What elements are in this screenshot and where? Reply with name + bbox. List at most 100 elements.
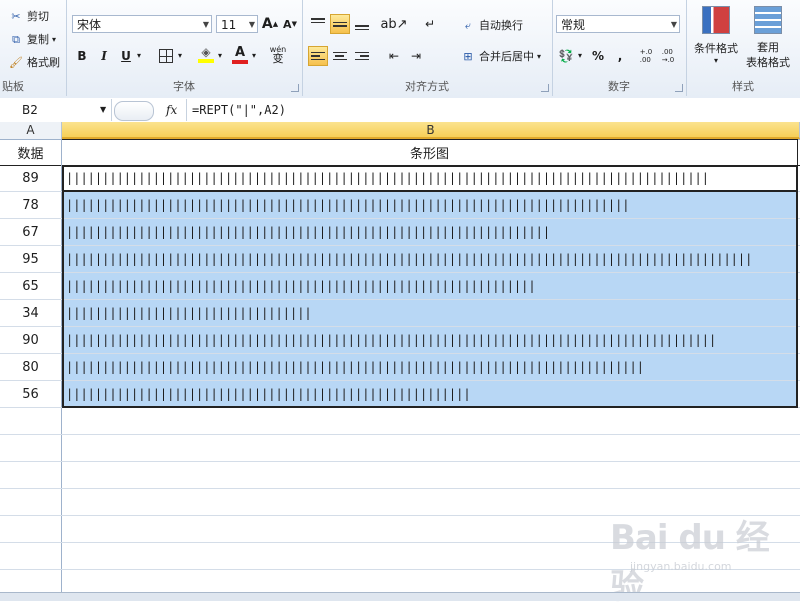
- middle-align-button[interactable]: [330, 14, 350, 34]
- bar-cell[interactable]: ||||||||||||||||||||||||||||||||||: [62, 300, 798, 326]
- alignment-group: ab↗ ↵ ⤶ 自动换行 ⇤ ⇥ ⊞ 合并后居中 ▾ 对齐方式: [302, 0, 553, 96]
- font-color-swatch: [232, 59, 248, 64]
- table-row: 78 ||||||||||||||||||||||||||||||||||||||…: [0, 192, 800, 219]
- name-box-dropdown-icon[interactable]: ▼: [100, 99, 106, 121]
- value-cell[interactable]: 67: [0, 219, 62, 245]
- column-header-b[interactable]: B: [62, 122, 800, 139]
- bottom-align-button[interactable]: [352, 14, 372, 34]
- styles-group-label: 样式: [732, 80, 754, 93]
- name-box[interactable]: B2 ▼: [0, 99, 112, 121]
- value-cell[interactable]: 95: [0, 246, 62, 272]
- cut-button[interactable]: ✂ 剪切: [8, 8, 49, 24]
- alignment-dialog-launcher[interactable]: [541, 84, 549, 92]
- insert-function-button[interactable]: fx: [166, 100, 177, 120]
- align-right-button[interactable]: [352, 46, 372, 66]
- decrease-indent-icon: ⇤: [388, 49, 400, 63]
- underline-button[interactable]: U: [116, 46, 136, 66]
- clipboard-group: ✂ 剪切 ⧉ 复制 ▾ 🖌 格式刷 贴板: [0, 0, 67, 96]
- indent-direction-button[interactable]: ↵: [420, 14, 440, 34]
- clipboard-group-label: 贴板: [2, 80, 24, 93]
- empty-row[interactable]: [0, 435, 800, 462]
- format-painter-button[interactable]: 🖌 格式刷: [8, 54, 60, 70]
- fill-color-swatch: [198, 59, 214, 63]
- number-dialog-launcher[interactable]: [675, 84, 683, 92]
- bar-cell[interactable]: ||||||||||||||||||||||||||||||||||||||||…: [62, 192, 798, 218]
- empty-row-cell[interactable]: [0, 408, 62, 434]
- bar-cell[interactable]: ||||||||||||||||||||||||||||||||||||||||…: [62, 246, 798, 272]
- border-dropdown-icon[interactable]: ▾: [178, 51, 182, 60]
- wrap-text-icon: ⤶: [464, 18, 472, 32]
- formula-bar-splitter[interactable]: [114, 101, 154, 121]
- number-format-select[interactable]: 常规 ▼: [556, 15, 680, 33]
- bar-cell[interactable]: ||||||||||||||||||||||||||||||||||||||||…: [62, 327, 798, 353]
- phonetic-button[interactable]: wén 变: [268, 44, 288, 64]
- bar-cell[interactable]: ||||||||||||||||||||||||||||||||||||||||…: [62, 381, 798, 407]
- empty-row-cell[interactable]: [0, 462, 62, 488]
- orientation-button[interactable]: ab↗: [380, 14, 407, 34]
- merge-center-button[interactable]: ⊞ 合并后居中 ▾: [460, 48, 541, 64]
- table-row: 90 ||||||||||||||||||||||||||||||||||||||…: [0, 327, 800, 354]
- value-cell[interactable]: 89: [0, 165, 62, 191]
- accounting-dropdown-icon[interactable]: ▾: [578, 51, 582, 60]
- column-header-a[interactable]: A: [0, 122, 62, 139]
- align-left-button[interactable]: [308, 46, 328, 66]
- value-cell[interactable]: 34: [0, 300, 62, 326]
- value-cell[interactable]: 65: [0, 273, 62, 299]
- wrap-text-button[interactable]: ⤶ 自动换行: [460, 17, 523, 33]
- conditional-formatting-icon: [702, 6, 730, 34]
- table-row: 95 ||||||||||||||||||||||||||||||||||||||…: [0, 246, 800, 273]
- decrease-decimal-button[interactable]: .00 →.0: [658, 46, 678, 66]
- merge-cells-icon: ⊞: [463, 49, 473, 63]
- border-button[interactable]: [156, 46, 176, 66]
- increase-decimal-button[interactable]: +.0 .00: [636, 46, 656, 66]
- bar-cell[interactable]: ||||||||||||||||||||||||||||||||||||||||…: [62, 219, 798, 245]
- formula-divider: [186, 99, 187, 121]
- font-dialog-launcher[interactable]: [291, 84, 299, 92]
- font-group: 宋体 ▼ 11 ▼ A ▲ A ▼ B I U ▾ ▾ ◈ ▾ A ▾ wén 变 字体: [66, 0, 303, 96]
- formula-input[interactable]: =REPT("|",A2): [192, 99, 286, 121]
- empty-row-cell[interactable]: [0, 435, 62, 461]
- increase-indent-button[interactable]: ⇥: [406, 46, 426, 66]
- italic-button[interactable]: I: [94, 46, 114, 66]
- value-cell[interactable]: 56: [0, 381, 62, 407]
- font-color-dropdown-icon[interactable]: ▾: [252, 51, 256, 60]
- format-as-table-button[interactable]: 套用 表格格式: [740, 6, 796, 70]
- bold-button[interactable]: B: [72, 46, 92, 66]
- grow-font-button[interactable]: A ▲: [260, 14, 280, 34]
- font-name-select[interactable]: 宋体 ▼: [72, 15, 212, 33]
- comma-style-button[interactable]: ,: [610, 46, 630, 66]
- align-center-button[interactable]: [330, 46, 350, 66]
- empty-row-cell[interactable]: [0, 543, 62, 569]
- accounting-format-button[interactable]: 💱: [556, 46, 576, 66]
- percent-style-button[interactable]: %: [588, 46, 608, 66]
- empty-row-cell[interactable]: [0, 516, 62, 542]
- decrease-indent-button[interactable]: ⇤: [384, 46, 404, 66]
- empty-row-cell[interactable]: [0, 489, 62, 515]
- increase-indent-icon: ⇥: [410, 49, 422, 63]
- empty-row[interactable]: [0, 462, 800, 489]
- header-cell-a[interactable]: 数据: [0, 139, 62, 165]
- fill-dropdown-icon[interactable]: ▾: [218, 51, 222, 60]
- watermark-url: jingyan.baidu.com: [630, 560, 732, 573]
- bar-cell[interactable]: ||||||||||||||||||||||||||||||||||||||||…: [62, 165, 798, 191]
- font-size-select[interactable]: 11 ▼: [216, 15, 258, 33]
- currency-icon: 💱: [558, 49, 574, 63]
- copy-button[interactable]: ⧉ 复制 ▾: [8, 31, 56, 47]
- scissors-icon: ✂: [11, 9, 21, 23]
- top-align-button[interactable]: [308, 14, 328, 34]
- value-cell[interactable]: 78: [0, 192, 62, 218]
- font-color-button[interactable]: A: [230, 44, 250, 64]
- empty-row[interactable]: [0, 408, 800, 435]
- underline-dropdown-icon[interactable]: ▾: [137, 51, 141, 60]
- conditional-formatting-button[interactable]: 条件格式 ▾: [690, 6, 742, 65]
- header-cell-b[interactable]: 条形图: [62, 139, 798, 165]
- shrink-font-button[interactable]: A ▼: [280, 14, 300, 34]
- bar-cell[interactable]: ||||||||||||||||||||||||||||||||||||||||…: [62, 354, 798, 380]
- value-cell[interactable]: 80: [0, 354, 62, 380]
- table-row: 67 ||||||||||||||||||||||||||||||||||||||…: [0, 219, 800, 246]
- font-group-label: 字体: [173, 80, 195, 93]
- bar-cell[interactable]: ||||||||||||||||||||||||||||||||||||||||…: [62, 273, 798, 299]
- fill-color-button[interactable]: ◈: [196, 44, 216, 64]
- copy-icon: ⧉: [12, 32, 20, 46]
- value-cell[interactable]: 90: [0, 327, 62, 353]
